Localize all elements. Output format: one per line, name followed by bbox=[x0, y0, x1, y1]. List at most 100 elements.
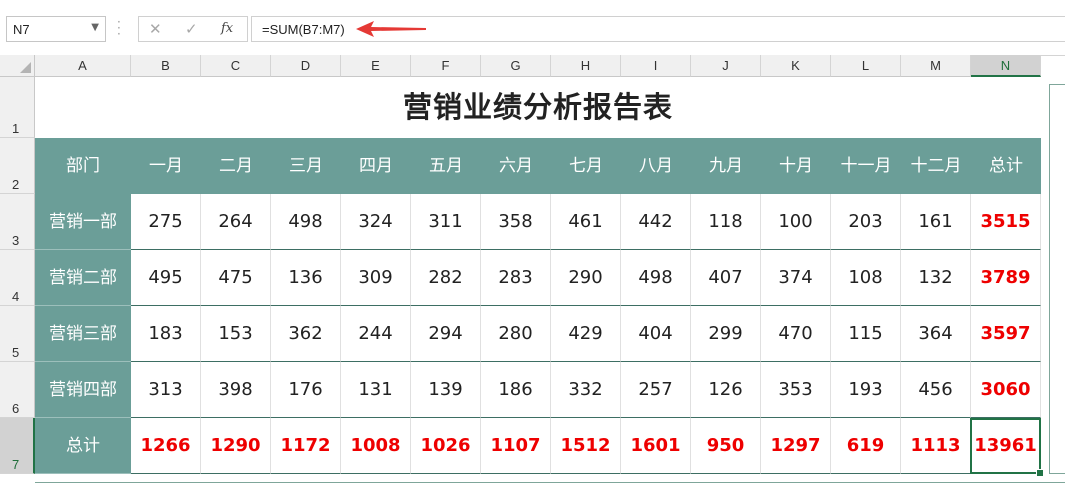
table-header-cell[interactable]: 八月 bbox=[621, 138, 691, 194]
data-cell[interactable]: 280 bbox=[481, 306, 551, 362]
data-cell[interactable]: 275 bbox=[131, 194, 201, 250]
data-cell[interactable]: 313 bbox=[131, 362, 201, 418]
column-header-c[interactable]: C bbox=[201, 55, 271, 77]
row-header-4[interactable]: 4 bbox=[0, 250, 35, 306]
data-cell[interactable]: 132 bbox=[901, 250, 971, 306]
insert-function-icon[interactable]: fx bbox=[221, 21, 233, 36]
data-cell[interactable]: 498 bbox=[271, 194, 341, 250]
column-header-g[interactable]: G bbox=[481, 55, 551, 77]
data-cell[interactable]: 362 bbox=[271, 306, 341, 362]
table-header-cell[interactable]: 二月 bbox=[201, 138, 271, 194]
table-header-cell[interactable]: 五月 bbox=[411, 138, 481, 194]
data-cell[interactable]: 131 bbox=[341, 362, 411, 418]
data-cell[interactable]: 332 bbox=[551, 362, 621, 418]
data-cell[interactable]: 153 bbox=[201, 306, 271, 362]
data-cell[interactable]: 364 bbox=[901, 306, 971, 362]
row-header-7[interactable]: 7 bbox=[0, 418, 35, 474]
column-header-d[interactable]: D bbox=[271, 55, 341, 77]
data-cell[interactable]: 203 bbox=[831, 194, 901, 250]
data-cell[interactable]: 470 bbox=[761, 306, 831, 362]
data-cell[interactable]: 429 bbox=[551, 306, 621, 362]
column-header-f[interactable]: F bbox=[411, 55, 481, 77]
data-cell[interactable]: 407 bbox=[691, 250, 761, 306]
row-header-6[interactable]: 6 bbox=[0, 362, 35, 418]
name-box[interactable]: N7 ▼ bbox=[6, 16, 106, 42]
data-cell[interactable]: 398 bbox=[201, 362, 271, 418]
table-header-cell[interactable]: 十一月 bbox=[831, 138, 901, 194]
data-cell[interactable]: 456 bbox=[901, 362, 971, 418]
data-cell[interactable]: 294 bbox=[411, 306, 481, 362]
row-total-cell[interactable]: 3515 bbox=[971, 194, 1041, 250]
data-cell[interactable]: 264 bbox=[201, 194, 271, 250]
select-all-corner[interactable] bbox=[0, 55, 35, 77]
table-header-cell[interactable]: 十月 bbox=[761, 138, 831, 194]
table-header-cell[interactable]: 四月 bbox=[341, 138, 411, 194]
data-cell[interactable]: 176 bbox=[271, 362, 341, 418]
dept-label-cell[interactable]: 营销四部 bbox=[35, 362, 131, 418]
data-cell[interactable]: 136 bbox=[271, 250, 341, 306]
data-cell[interactable]: 283 bbox=[481, 250, 551, 306]
data-cell[interactable]: 311 bbox=[411, 194, 481, 250]
column-total-cell[interactable]: 1297 bbox=[761, 418, 831, 474]
column-header-b[interactable]: B bbox=[131, 55, 201, 77]
data-cell[interactable]: 495 bbox=[131, 250, 201, 306]
column-total-cell[interactable]: 619 bbox=[831, 418, 901, 474]
data-cell[interactable]: 324 bbox=[341, 194, 411, 250]
table-header-cell[interactable]: 十二月 bbox=[901, 138, 971, 194]
data-cell[interactable]: 353 bbox=[761, 362, 831, 418]
column-header-j[interactable]: J bbox=[691, 55, 761, 77]
row-total-cell[interactable]: 3060 bbox=[971, 362, 1041, 418]
column-header-h[interactable]: H bbox=[551, 55, 621, 77]
data-cell[interactable]: 193 bbox=[831, 362, 901, 418]
data-cell[interactable]: 299 bbox=[691, 306, 761, 362]
column-total-cell[interactable]: 1290 bbox=[201, 418, 271, 474]
data-cell[interactable]: 358 bbox=[481, 194, 551, 250]
data-cell[interactable]: 374 bbox=[761, 250, 831, 306]
row-header-2[interactable]: 2 bbox=[0, 138, 35, 194]
table-header-cell[interactable]: 七月 bbox=[551, 138, 621, 194]
column-header-e[interactable]: E bbox=[341, 55, 411, 77]
chevron-down-icon[interactable]: ▼ bbox=[91, 22, 99, 33]
column-total-cell[interactable]: 1601 bbox=[621, 418, 691, 474]
column-total-cell[interactable]: 950 bbox=[691, 418, 761, 474]
data-cell[interactable]: 186 bbox=[481, 362, 551, 418]
data-cell[interactable]: 100 bbox=[761, 194, 831, 250]
dept-label-cell[interactable]: 营销三部 bbox=[35, 306, 131, 362]
data-cell[interactable]: 404 bbox=[621, 306, 691, 362]
report-title[interactable]: 营销业绩分析报告表 bbox=[35, 77, 1041, 138]
table-header-cell[interactable]: 一月 bbox=[131, 138, 201, 194]
column-header-i[interactable]: I bbox=[621, 55, 691, 77]
data-cell[interactable]: 126 bbox=[691, 362, 761, 418]
enter-icon[interactable]: ✓ bbox=[185, 20, 198, 38]
column-header-k[interactable]: K bbox=[761, 55, 831, 77]
data-cell[interactable]: 244 bbox=[341, 306, 411, 362]
table-header-cell[interactable]: 总计 bbox=[971, 138, 1041, 194]
data-cell[interactable]: 282 bbox=[411, 250, 481, 306]
cancel-icon[interactable]: ✕ bbox=[149, 20, 162, 38]
row-total-cell[interactable]: 3597 bbox=[971, 306, 1041, 362]
dept-label-cell[interactable]: 营销一部 bbox=[35, 194, 131, 250]
data-cell[interactable]: 475 bbox=[201, 250, 271, 306]
data-cell[interactable]: 108 bbox=[831, 250, 901, 306]
data-cell[interactable]: 257 bbox=[621, 362, 691, 418]
row-header-5[interactable]: 5 bbox=[0, 306, 35, 362]
column-header-m[interactable]: M bbox=[901, 55, 971, 77]
column-total-cell[interactable]: 1512 bbox=[551, 418, 621, 474]
data-cell[interactable]: 290 bbox=[551, 250, 621, 306]
column-total-cell[interactable]: 1113 bbox=[901, 418, 971, 474]
column-header-l[interactable]: L bbox=[831, 55, 901, 77]
row-total-cell[interactable]: 3789 bbox=[971, 250, 1041, 306]
table-header-cell[interactable]: 部门 bbox=[35, 138, 131, 194]
data-cell[interactable]: 118 bbox=[691, 194, 761, 250]
data-cell[interactable]: 183 bbox=[131, 306, 201, 362]
data-cell[interactable]: 139 bbox=[411, 362, 481, 418]
dept-label-cell[interactable]: 营销二部 bbox=[35, 250, 131, 306]
data-cell[interactable]: 442 bbox=[621, 194, 691, 250]
row-header-3[interactable]: 3 bbox=[0, 194, 35, 250]
column-total-cell[interactable]: 1266 bbox=[131, 418, 201, 474]
column-total-cell[interactable]: 1172 bbox=[271, 418, 341, 474]
data-cell[interactable]: 161 bbox=[901, 194, 971, 250]
column-total-cell[interactable]: 1107 bbox=[481, 418, 551, 474]
totals-label-cell[interactable]: 总计 bbox=[35, 418, 131, 474]
fill-handle[interactable] bbox=[1036, 469, 1044, 477]
